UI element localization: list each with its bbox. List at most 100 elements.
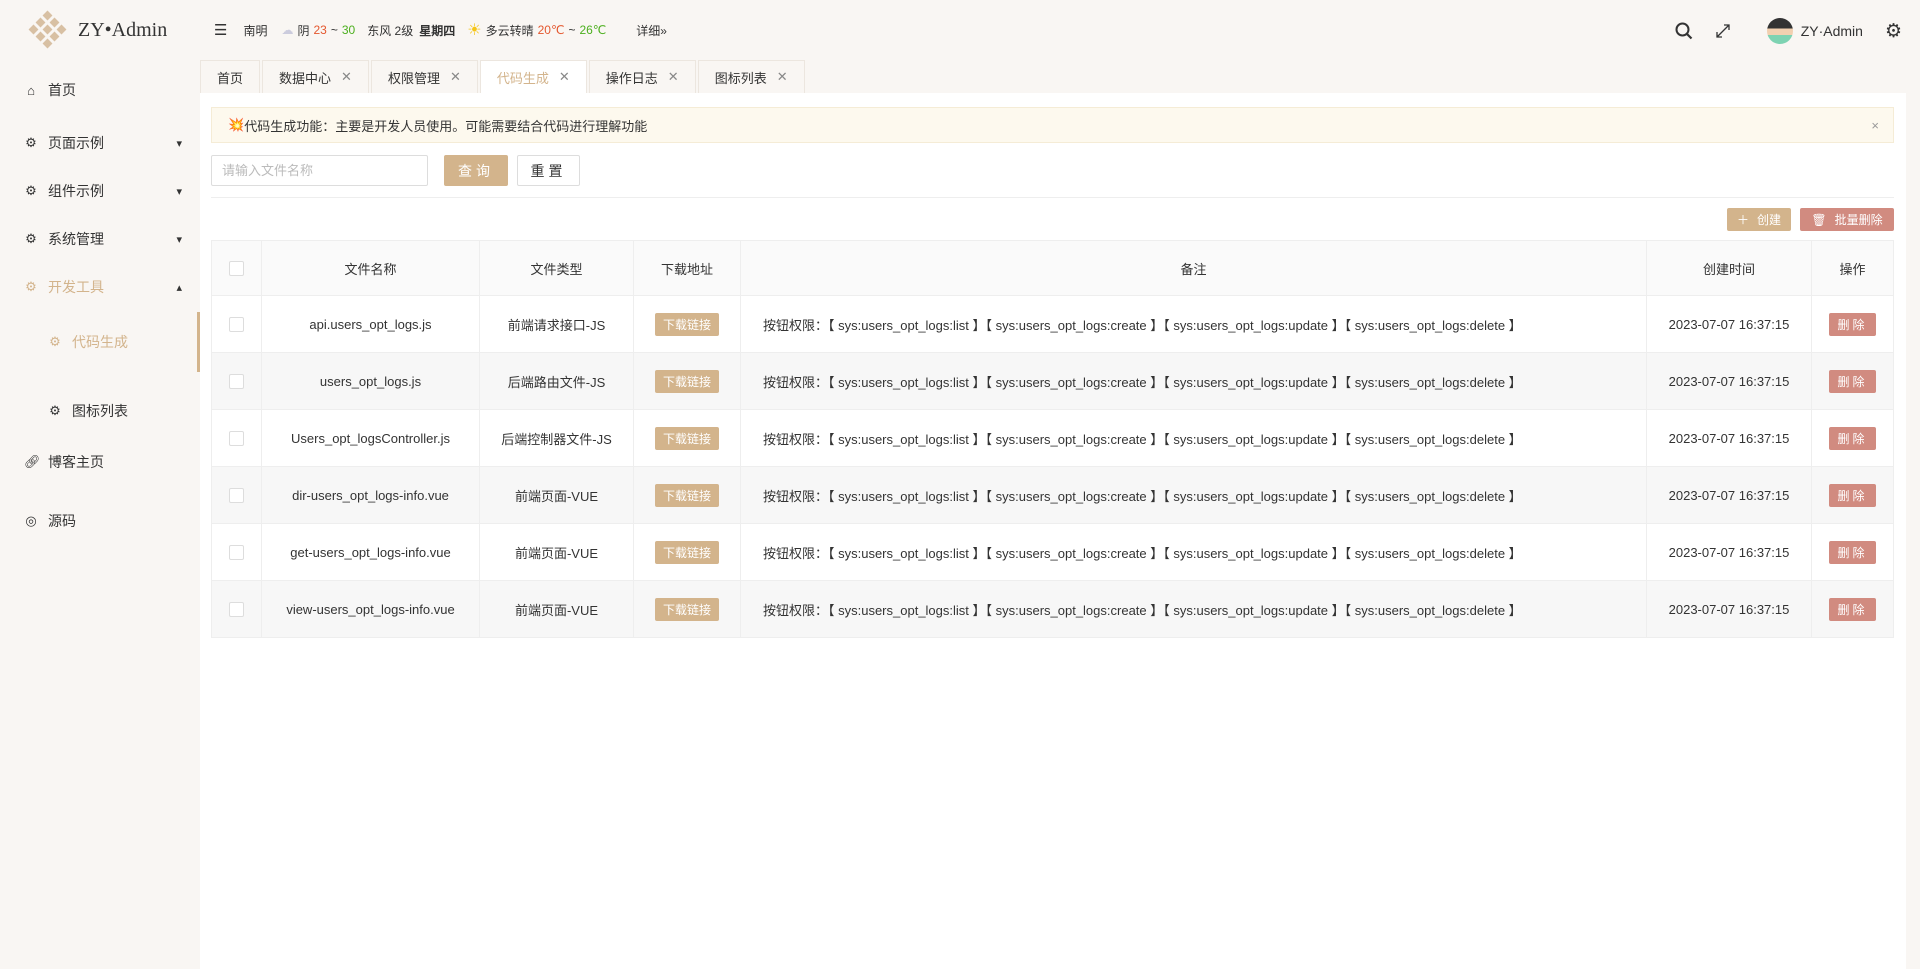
close-icon[interactable]: ✕ bbox=[450, 69, 461, 85]
download-link-button[interactable]: 下载链接 bbox=[654, 426, 719, 450]
temp-sep: ~ bbox=[330, 23, 338, 37]
created-time: 2023-07-07 16:37:15 bbox=[1646, 466, 1812, 524]
sidebar-item-label: 代码生成 bbox=[72, 334, 128, 350]
menu-fold-icon[interactable]: ☰ bbox=[214, 21, 227, 39]
sidebar-item-component-examples[interactable]: ⚙ 组件示例 ▾ bbox=[0, 171, 200, 211]
select-all-checkbox[interactable] bbox=[229, 261, 244, 277]
sidebar-item-system[interactable]: ⚙ 系统管理 ▾ bbox=[0, 219, 200, 259]
sidebar-item-source[interactable]: ◎ 源码 bbox=[0, 501, 200, 541]
tab-label: 操作日志 bbox=[605, 70, 658, 86]
forecast-high: 26℃ bbox=[579, 23, 607, 37]
sidebar-item-blog[interactable]: 🔗︎ 博客主页 bbox=[0, 442, 200, 482]
download-link-button[interactable]: 下载链接 bbox=[654, 369, 719, 393]
download-cell: 下载链接 bbox=[633, 352, 741, 410]
actions-cell: 删除 bbox=[1811, 466, 1894, 524]
tab-home[interactable]: 首页 bbox=[200, 60, 261, 93]
fullscreen-icon[interactable] bbox=[1715, 23, 1731, 39]
download-link-button[interactable]: 下载链接 bbox=[654, 312, 719, 336]
search-icon[interactable] bbox=[1675, 22, 1693, 40]
tab-label: 权限管理 bbox=[387, 70, 440, 86]
created-time: 2023-07-07 16:37:15 bbox=[1646, 409, 1812, 467]
download-cell: 下载链接 bbox=[633, 580, 741, 638]
tab-label: 数据中心 bbox=[279, 70, 332, 86]
note: 按钮权限：【 sys:users_opt_logs:list 】【 sys:us… bbox=[740, 409, 1647, 467]
weather-today: 阴 bbox=[297, 23, 310, 38]
delete-button[interactable]: 删除 bbox=[1829, 426, 1876, 450]
tab-code-gen[interactable]: 代码生成 ✕ bbox=[479, 60, 587, 93]
gear-icon[interactable]: ⚙ bbox=[1885, 20, 1902, 43]
batch-delete-button[interactable]: 🗑︎ 批量删除 bbox=[1800, 208, 1894, 231]
download-link-button[interactable]: 下载链接 bbox=[654, 483, 719, 507]
file-name: view-users_opt_logs-info.vue bbox=[261, 580, 480, 638]
link-icon: 🔗︎ bbox=[24, 454, 41, 469]
tab-icon-list[interactable]: 图标列表 ✕ bbox=[697, 60, 805, 93]
close-icon[interactable]: × bbox=[1871, 118, 1879, 133]
row-checkbox[interactable] bbox=[229, 374, 244, 390]
file-type: 前端请求接口-JS bbox=[479, 295, 634, 353]
user-menu[interactable]: ZY·Admin bbox=[1766, 18, 1863, 44]
sidebar-item-label: 组件示例 bbox=[48, 183, 104, 199]
actions-cell: 删除 bbox=[1811, 580, 1894, 638]
actions-cell: 删除 bbox=[1811, 523, 1894, 581]
cloudy-icon: ☁ bbox=[281, 23, 294, 37]
file-type: 前端页面-VUE bbox=[479, 523, 634, 581]
sidebar-item-dev-tools[interactable]: ⚙ 开发工具 ▴ bbox=[0, 267, 200, 307]
delete-button[interactable]: 删除 bbox=[1829, 597, 1876, 621]
sun-cloud-icon: ☀ bbox=[467, 22, 482, 39]
sidebar-item-label: 首页 bbox=[48, 82, 76, 98]
sidebar-item-label: 博客主页 bbox=[48, 454, 104, 470]
tab-label: 首页 bbox=[217, 70, 244, 86]
delete-button[interactable]: 删除 bbox=[1829, 312, 1876, 336]
weather-detail-link[interactable]: 详细» bbox=[636, 22, 667, 39]
query-button[interactable]: 查询 bbox=[444, 155, 508, 186]
close-icon[interactable]: ✕ bbox=[668, 69, 679, 85]
note: 按钮权限：【 sys:users_opt_logs:list 】【 sys:us… bbox=[740, 523, 1647, 581]
download-cell: 下载链接 bbox=[633, 466, 741, 524]
file-type: 后端路由文件-JS bbox=[479, 352, 634, 410]
content-panel: 💥 代码生成功能：主要是开发人员使用。可能需要结合代码进行理解功能 × 查询 重… bbox=[200, 93, 1906, 969]
row-checkbox[interactable] bbox=[229, 602, 244, 618]
tab-bar: 首页 数据中心 ✕ 权限管理 ✕ 代码生成 ✕ 操作日志 ✕ 图标列表 ✕ bbox=[200, 60, 807, 93]
row-checkbox[interactable] bbox=[229, 545, 244, 561]
file-name-search-input[interactable] bbox=[211, 155, 428, 186]
download-link-button[interactable]: 下载链接 bbox=[654, 540, 719, 564]
sidebar-item-label: 开发工具 bbox=[48, 279, 104, 295]
delete-button[interactable]: 删除 bbox=[1829, 483, 1876, 507]
sidebar-item-page-examples[interactable]: ⚙ 页面示例 ▾ bbox=[0, 123, 200, 163]
download-link-button[interactable]: 下载链接 bbox=[654, 597, 719, 621]
sidebar-item-icon-list[interactable]: ⚙ 图标列表 bbox=[0, 381, 200, 441]
sidebar-item-code-gen[interactable]: ⚙ 代码生成 bbox=[0, 312, 200, 372]
delete-button[interactable]: 删除 bbox=[1829, 369, 1876, 393]
close-icon[interactable]: ✕ bbox=[341, 69, 352, 85]
download-cell: 下载链接 bbox=[633, 523, 741, 581]
note: 按钮权限：【 sys:users_opt_logs:list 】【 sys:us… bbox=[740, 295, 1647, 353]
delete-button[interactable]: 删除 bbox=[1829, 540, 1876, 564]
explosion-icon: 💥 bbox=[228, 117, 245, 132]
logo[interactable]: ZY•Admin bbox=[28, 10, 168, 49]
code-files-table: 文件名称 文件类型 下载地址 备注 创建时间 操作 api.users_opt_… bbox=[211, 240, 1894, 638]
create-button[interactable]: ＋ 创建 bbox=[1727, 208, 1791, 231]
row-checkbox-cell bbox=[211, 523, 262, 581]
actions-cell: 删除 bbox=[1811, 352, 1894, 410]
close-icon[interactable]: ✕ bbox=[777, 69, 788, 85]
tab-data-center[interactable]: 数据中心 ✕ bbox=[262, 60, 369, 93]
tab-permissions[interactable]: 权限管理 ✕ bbox=[370, 60, 478, 93]
row-checkbox[interactable] bbox=[229, 431, 244, 447]
col-file-type: 文件类型 bbox=[479, 240, 634, 296]
sidebar-item-home[interactable]: ⌂ 首页 bbox=[0, 70, 200, 110]
gear-icon: ⚙ bbox=[49, 403, 61, 418]
tab-operation-log[interactable]: 操作日志 ✕ bbox=[588, 60, 696, 93]
tab-label: 图标列表 bbox=[714, 70, 767, 86]
chevron-down-icon: ▾ bbox=[176, 185, 182, 198]
file-name: users_opt_logs.js bbox=[261, 352, 480, 410]
row-checkbox[interactable] bbox=[229, 317, 244, 333]
gear-icon: ⚙ bbox=[49, 334, 61, 349]
created-time: 2023-07-07 16:37:15 bbox=[1646, 580, 1812, 638]
reset-button[interactable]: 重置 bbox=[517, 155, 580, 186]
row-checkbox-cell bbox=[211, 466, 262, 524]
col-download: 下载地址 bbox=[633, 240, 741, 296]
row-checkbox[interactable] bbox=[229, 488, 244, 504]
top-header: ZY•Admin ☰ 南明 ☁ 阴 23 ~30 东风 2级 星期四 ☀ 多云转晴… bbox=[0, 0, 1920, 60]
logo-text: ZY•Admin bbox=[78, 18, 168, 41]
close-icon[interactable]: ✕ bbox=[559, 69, 570, 85]
